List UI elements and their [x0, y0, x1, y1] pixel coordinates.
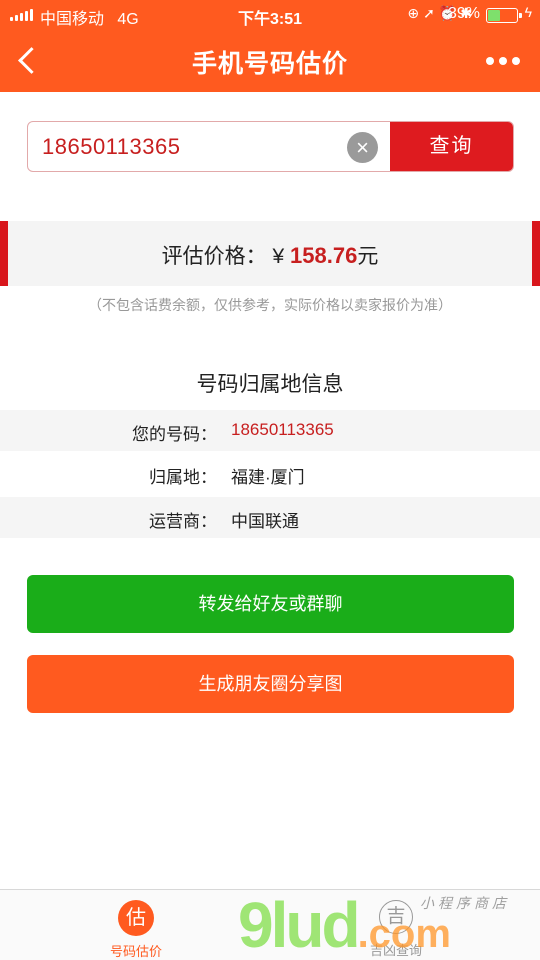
clear-icon[interactable]: ×: [347, 132, 378, 163]
charging-icon: ϟ: [524, 4, 532, 20]
nav-bar: 手机号码估价: [0, 30, 540, 92]
info-row-number: 您的号码： 18650113365: [0, 410, 540, 451]
info-key: 您的号码：: [132, 425, 217, 444]
battery-icon: [486, 8, 522, 23]
tab-estimate[interactable]: 估 号码估价: [95, 900, 177, 960]
more-icon[interactable]: [486, 57, 520, 65]
watermark-logo: 9lud.com: [238, 889, 451, 960]
share-friends-button[interactable]: 转发给好友或群聊: [27, 575, 514, 633]
info-key: 归属地：: [149, 468, 217, 487]
price-unit: 元: [357, 245, 379, 268]
phone-input[interactable]: 18650113365: [42, 134, 180, 160]
info-value: 18650113365: [231, 420, 334, 439]
price-note: （不包含话费余额，仅供参考，实际价格以卖家报价为准）: [88, 297, 452, 313]
query-button[interactable]: 查询: [390, 122, 513, 171]
price-amount: 158.76: [290, 243, 358, 268]
info-row-location: 归属地： 福建·厦门: [0, 453, 540, 494]
page-title: 手机号码估价: [191, 50, 348, 78]
price-line: 评估价格： ¥ 158.76元: [0, 240, 540, 270]
price-currency: ¥: [272, 245, 285, 268]
info-title: 号码归属地信息: [196, 373, 344, 396]
info-value: 中国联通: [231, 512, 299, 531]
tab-label: 号码估价: [109, 944, 162, 959]
watermark-text: 小程序商店: [420, 895, 510, 911]
share-moments-button[interactable]: 生成朋友圈分享图: [27, 655, 514, 713]
estimate-tab-icon: 估: [118, 900, 154, 936]
price-panel: 评估价格： ¥ 158.76元: [0, 221, 540, 286]
app-header: 中国移动 4G 下午3:51 ⊕➚⏰✱ 39% ϟ 手机号码估价: [0, 0, 540, 92]
info-row-carrier: 运营商： 中国联通: [0, 497, 540, 538]
phone-search-box: 18650113365 × 查询: [27, 121, 514, 172]
price-label: 评估价格：: [161, 245, 267, 268]
info-key: 运营商：: [149, 512, 217, 531]
status-bar: 中国移动 4G 下午3:51 ⊕➚⏰✱ 39% ϟ: [0, 0, 540, 30]
battery-percent: 39%: [447, 5, 480, 22]
info-value: 福建·厦门: [231, 468, 305, 487]
